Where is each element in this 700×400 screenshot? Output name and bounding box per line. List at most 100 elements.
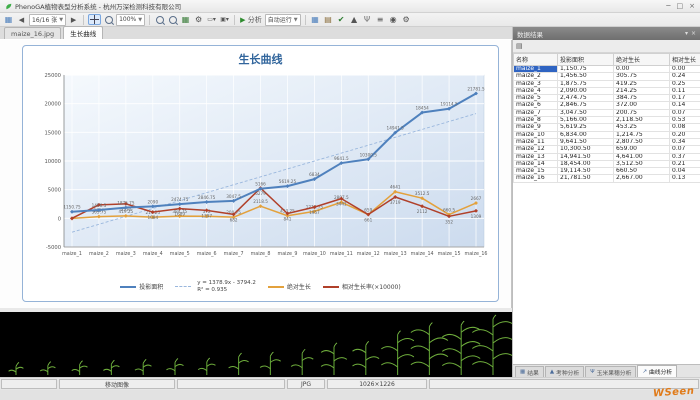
auto-run-combo[interactable]: 自动运行 ▼ — [265, 14, 301, 26]
table-cell[interactable]: 453.25 — [614, 124, 670, 131]
document-icon[interactable]: ▤ — [323, 14, 334, 25]
table-cell[interactable]: 5,619.25 — [558, 124, 614, 131]
table-cell[interactable]: 3,512.50 — [614, 160, 670, 167]
table-cell[interactable]: 3,047.50 — [558, 109, 614, 116]
table-cell[interactable]: 5,166.00 — [558, 117, 614, 124]
table-cell[interactable]: 659.00 — [614, 146, 670, 153]
table-cell[interactable]: 0.53 — [670, 117, 700, 124]
table-row[interactable]: maize_1418,454.003,512.500.21 — [514, 160, 700, 167]
table-cell[interactable]: 19,114.50 — [558, 168, 614, 175]
panel-close-icon[interactable]: × — [691, 30, 696, 37]
table-cell[interactable]: 0.21 — [670, 160, 700, 167]
filter-icon[interactable]: Ψ — [362, 14, 373, 25]
table-row[interactable]: maize_11,150.750.000.00 — [514, 66, 700, 73]
table-row[interactable]: maize_1621,781.502,667.000.13 — [514, 175, 700, 182]
table-cell[interactable]: maize_13 — [514, 153, 558, 160]
table-cell[interactable]: maize_12 — [514, 146, 558, 153]
list-icon[interactable]: ≡ — [375, 14, 386, 25]
table-row[interactable]: maize_42,090.00214.250.11 — [514, 87, 700, 94]
table-cell[interactable]: maize_15 — [514, 168, 558, 175]
prev-image-button[interactable]: ◀ — [16, 14, 27, 25]
table-cell[interactable]: 0.13 — [670, 175, 700, 182]
table-cell[interactable]: maize_9 — [514, 124, 558, 131]
table-cell[interactable]: 0.25 — [670, 80, 700, 87]
table-cell[interactable]: 4,641.00 — [614, 153, 670, 160]
page-indicator-combo[interactable]: 16/16 张 ▼ — [29, 14, 66, 26]
growth-curve-chart[interactable]: -50000500010000150002000025000maize_1mai… — [28, 67, 494, 279]
zoom-out-button[interactable] — [167, 14, 178, 25]
table-cell[interactable]: maize_6 — [514, 102, 558, 109]
table-cell[interactable]: 9,641.50 — [558, 138, 614, 145]
maize-image-strip[interactable] — [0, 312, 512, 377]
camera-icon[interactable]: ◉ — [388, 14, 399, 25]
analyze-button[interactable]: ▶ 分析 — [239, 14, 263, 25]
table-cell[interactable]: 0.00 — [614, 66, 670, 73]
column-header[interactable]: 绝对生长 — [614, 54, 670, 66]
table-cell[interactable]: maize_10 — [514, 131, 558, 138]
table-cell[interactable]: 0.34 — [670, 138, 700, 145]
table-cell[interactable]: maize_2 — [514, 73, 558, 80]
table-cell[interactable]: 2,807.50 — [614, 138, 670, 145]
table-cell[interactable]: maize_11 — [514, 138, 558, 145]
grid-view-icon[interactable]: ▦ — [180, 14, 191, 25]
table-cell[interactable]: maize_14 — [514, 160, 558, 167]
table-row[interactable]: maize_119,641.502,807.500.34 — [514, 138, 700, 145]
table-row[interactable]: maize_95,619.25453.250.08 — [514, 124, 700, 131]
chart-icon[interactable]: ▲ — [349, 14, 360, 25]
table-cell[interactable]: 660.50 — [614, 168, 670, 175]
table-cell[interactable]: 2,118.50 — [614, 117, 670, 124]
table-cell[interactable]: 0.07 — [670, 146, 700, 153]
table-row[interactable]: maize_52,474.75384.750.17 — [514, 95, 700, 102]
table-cell[interactable]: maize_7 — [514, 109, 558, 116]
panel-tab-0[interactable]: ▦结果 — [515, 366, 544, 377]
export-copy-icon[interactable]: ▤ — [516, 42, 523, 51]
table-cell[interactable]: 10,300.50 — [558, 146, 614, 153]
table-cell[interactable]: 0.04 — [670, 168, 700, 175]
image-list-icon[interactable]: ▦ — [3, 14, 14, 25]
table-row[interactable]: maize_1314,941.504,641.000.37 — [514, 153, 700, 160]
table-cell[interactable]: 214.25 — [614, 87, 670, 94]
table-cell[interactable]: 21,781.50 — [558, 175, 614, 182]
zoom-in-button[interactable] — [154, 14, 165, 25]
table-cell[interactable]: 2,846.75 — [558, 102, 614, 109]
table-cell[interactable]: 0.37 — [670, 153, 700, 160]
shape-dropdown[interactable]: ▭▾ — [206, 14, 217, 25]
table-row[interactable]: maize_62,846.75372.000.14 — [514, 102, 700, 109]
table-cell[interactable]: 6,834.00 — [558, 131, 614, 138]
column-header[interactable]: 名称 — [514, 54, 558, 66]
table-row[interactable]: maize_1519,114.50660.500.04 — [514, 168, 700, 175]
picture-icon[interactable]: ▦ — [310, 14, 321, 25]
table-cell[interactable]: 419.25 — [614, 80, 670, 87]
table-cell[interactable]: 0.11 — [670, 87, 700, 94]
table-cell[interactable]: 372.00 — [614, 102, 670, 109]
panel-tab-1[interactable]: ▲考种分析 — [545, 366, 584, 377]
table-cell[interactable]: 2,474.75 — [558, 95, 614, 102]
table-cell[interactable]: maize_8 — [514, 117, 558, 124]
table-cell[interactable]: maize_16 — [514, 175, 558, 182]
table-cell[interactable]: 1,456.50 — [558, 73, 614, 80]
table-cell[interactable]: 0.14 — [670, 102, 700, 109]
table-row[interactable]: maize_1210,300.50659.000.07 — [514, 146, 700, 153]
table-cell[interactable]: 200.75 — [614, 109, 670, 116]
check-icon[interactable]: ✔ — [336, 14, 347, 25]
column-header[interactable]: 相对生长 — [670, 54, 700, 66]
minimize-button[interactable]: ─ — [666, 2, 670, 10]
table-cell[interactable]: 14,941.50 — [558, 153, 614, 160]
region-dropdown[interactable]: ▣▾ — [219, 14, 230, 25]
table-cell[interactable]: 1,150.75 — [558, 66, 614, 73]
move-tool-button[interactable] — [88, 14, 101, 25]
pin-icon[interactable]: ▾ — [685, 30, 688, 37]
panel-tab-2[interactable]: Ψ玉米果穗分析 — [585, 366, 636, 377]
table-cell[interactable]: 384.75 — [614, 95, 670, 102]
panel-tab-3[interactable]: ↗曲线分析 — [637, 365, 677, 377]
next-image-button[interactable]: ▶ — [68, 14, 79, 25]
maximize-button[interactable]: □ — [677, 2, 684, 10]
table-cell[interactable]: 1,214.75 — [614, 131, 670, 138]
zoom-tool-button[interactable] — [103, 14, 114, 25]
table-row[interactable]: maize_85,166.002,118.500.53 — [514, 117, 700, 124]
table-cell[interactable]: 2,090.00 — [558, 87, 614, 94]
table-cell[interactable]: 1,875.75 — [558, 80, 614, 87]
table-cell[interactable]: 0.00 — [670, 66, 700, 73]
zoom-level-combo[interactable]: 100% ▼ — [116, 14, 145, 26]
table-row[interactable]: maize_31,875.75419.250.25 — [514, 80, 700, 87]
